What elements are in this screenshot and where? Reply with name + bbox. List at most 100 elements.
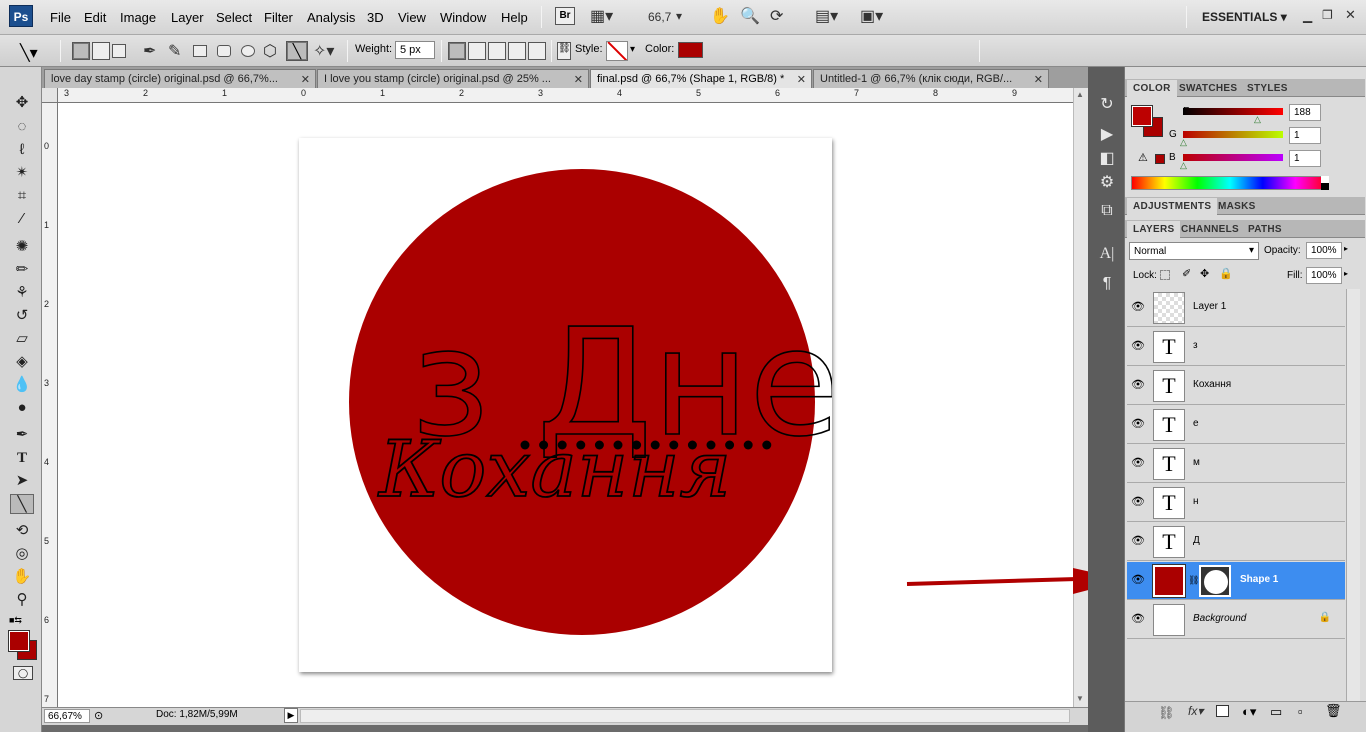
close-icon[interactable]: ✕: [1034, 73, 1043, 86]
workspace-switcher[interactable]: ESSENTIALS ▾: [1202, 10, 1287, 24]
layer-row[interactable]: 👁 Tе: [1127, 406, 1345, 444]
paths-icon[interactable]: [92, 42, 110, 60]
black-swatch[interactable]: [1321, 183, 1329, 190]
close-icon[interactable]: ✕: [301, 73, 310, 86]
brush-tool-icon[interactable]: ✏: [10, 260, 34, 280]
add-to-shape-icon[interactable]: [468, 42, 486, 60]
tab-adjustments[interactable]: ADJUSTMENTS: [1127, 198, 1218, 215]
eye-icon[interactable]: 👁: [1131, 534, 1145, 548]
tab-layers[interactable]: LAYERS: [1127, 221, 1181, 238]
doc-tab[interactable]: Untitled-1 @ 66,7% (клік сюди, RGB/... ✕: [813, 69, 1049, 88]
red-slider-handle-icon[interactable]: △: [1254, 114, 1261, 125]
artwork[interactable]: з Днем Кохання: [299, 138, 832, 672]
add-mask-icon[interactable]: [1216, 705, 1229, 717]
eye-icon[interactable]: 👁: [1131, 378, 1145, 392]
close-icon[interactable]: ✕: [1345, 7, 1356, 23]
color-spectrum-bar[interactable]: [1131, 176, 1329, 190]
lock-transparent-icon[interactable]: [1160, 270, 1170, 280]
layer-style-icon[interactable]: fx▾: [1188, 704, 1203, 718]
red-slider[interactable]: [1183, 108, 1283, 115]
menu-select[interactable]: Select: [216, 10, 252, 25]
3d-orbit-icon[interactable]: ◎: [10, 544, 34, 564]
healing-brush-icon[interactable]: ✺: [10, 237, 34, 257]
blue-value-input[interactable]: 1: [1289, 150, 1321, 167]
eye-icon[interactable]: 👁: [1131, 456, 1145, 470]
3d-rotate-icon[interactable]: ⟲: [10, 521, 34, 541]
doc-tab-active[interactable]: final.psd @ 66,7% (Shape 1, RGB/8) * ✕: [590, 69, 812, 88]
rectangle-icon[interactable]: [193, 45, 207, 57]
doc-tab[interactable]: I love you stamp (circle) original.psd @…: [317, 69, 589, 88]
menu-view[interactable]: View: [398, 10, 426, 25]
bridge-icon[interactable]: Br: [555, 7, 575, 25]
freeform-pen-icon[interactable]: ✎: [168, 41, 181, 61]
scroll-up-icon[interactable]: ▲: [1076, 90, 1084, 99]
layer-row[interactable]: 👁 Tм: [1127, 445, 1345, 483]
fill-input[interactable]: 100%: [1306, 267, 1342, 284]
menu-edit[interactable]: Edit: [84, 10, 106, 25]
eyedropper-icon[interactable]: ⁄: [10, 209, 34, 229]
history-brush-icon[interactable]: ↺: [10, 306, 34, 326]
style-none-swatch[interactable]: [606, 41, 628, 61]
status-info-icon[interactable]: ⊙: [94, 709, 103, 722]
layer-row[interactable]: 👁 Layer 1: [1127, 289, 1345, 327]
new-layer-icon[interactable]: ▫: [1298, 704, 1303, 719]
red-value-input[interactable]: 188: [1289, 104, 1321, 121]
opacity-input[interactable]: 100%: [1306, 242, 1342, 259]
green-slider[interactable]: [1183, 131, 1283, 138]
menu-analysis[interactable]: Analysis: [307, 10, 355, 25]
3d-panel-icon[interactable]: ◧: [1096, 148, 1118, 170]
zoom-tool-icon[interactable]: ⚲: [10, 590, 34, 610]
subtract-shape-icon[interactable]: [488, 42, 506, 60]
doc-tab[interactable]: love day stamp (circle) original.psd @ 6…: [44, 69, 316, 88]
line-tool-icon[interactable]: ╲: [10, 494, 34, 514]
eye-icon[interactable]: 👁: [1131, 417, 1145, 431]
layer-row[interactable]: 👁 Tз: [1127, 328, 1345, 366]
tab-channels[interactable]: CHANNELS: [1175, 221, 1245, 238]
scroll-down-icon[interactable]: ▼: [1076, 694, 1084, 703]
tab-color[interactable]: COLOR: [1127, 80, 1177, 97]
delete-layer-icon[interactable]: 🗑: [1325, 703, 1342, 719]
menu-layer[interactable]: Layer: [171, 10, 204, 25]
horizontal-scrollbar[interactable]: [300, 709, 1070, 723]
arrange-documents-icon[interactable]: ▤▾: [815, 6, 838, 26]
screen-mode-icon[interactable]: ▣▾: [860, 6, 883, 26]
layer-row[interactable]: 👁 T Д: [1127, 523, 1345, 561]
move-tool-icon[interactable]: ✥: [10, 93, 34, 113]
rotate-view-icon[interactable]: ⟳: [770, 6, 783, 26]
blue-slider[interactable]: [1183, 154, 1283, 161]
path-selection-icon[interactable]: ➤: [10, 471, 34, 491]
lock-position-icon[interactable]: ✥: [1200, 267, 1209, 280]
layer-row-selected[interactable]: 👁 ⛓ Shape 1: [1127, 562, 1345, 600]
new-shape-layer-icon[interactable]: [448, 42, 466, 60]
marquee-tool-icon[interactable]: ◌: [10, 117, 34, 137]
new-group-icon[interactable]: ▭: [1270, 704, 1282, 720]
hand-tool-icon[interactable]: ✋: [710, 6, 730, 26]
menu-3d[interactable]: 3D: [367, 10, 384, 25]
magic-wand-icon[interactable]: ✴: [10, 163, 34, 183]
ruler-corner[interactable]: [42, 88, 58, 103]
dodge-tool-icon[interactable]: ●: [10, 398, 34, 418]
menu-help[interactable]: Help: [501, 10, 528, 25]
type-tool-icon[interactable]: T: [10, 448, 34, 468]
custom-shape-icon[interactable]: ✧▾: [313, 41, 334, 61]
close-icon[interactable]: ✕: [797, 73, 806, 86]
ellipse-icon[interactable]: [241, 45, 255, 57]
tab-paths[interactable]: PATHS: [1242, 221, 1288, 238]
clone-stamp-icon[interactable]: ⚘: [10, 283, 34, 303]
blue-slider-handle-icon[interactable]: △: [1180, 160, 1187, 171]
lock-image-icon[interactable]: ✐: [1182, 267, 1191, 280]
chevron-down-icon[interactable]: ▾: [630, 44, 635, 55]
pen-tool-icon[interactable]: ✒: [10, 425, 34, 445]
exclude-shape-icon[interactable]: [528, 42, 546, 60]
zoom-level-field[interactable]: 66,7 ▾: [638, 8, 690, 26]
paragraph-icon[interactable]: ¶: [1096, 273, 1118, 295]
lasso-tool-icon[interactable]: ℓ: [10, 140, 34, 160]
vertical-scrollbar[interactable]: [1073, 88, 1088, 707]
eraser-icon[interactable]: ▱: [10, 329, 34, 349]
gamut-color-swatch[interactable]: [1155, 154, 1165, 164]
minimize-icon[interactable]: ▁: [1303, 9, 1312, 23]
film-icon[interactable]: ▦▾: [590, 6, 613, 26]
polygon-icon[interactable]: ⬡: [263, 41, 277, 61]
paint-bucket-icon[interactable]: ◈: [10, 352, 34, 372]
tab-swatches[interactable]: SWATCHES: [1173, 80, 1243, 97]
